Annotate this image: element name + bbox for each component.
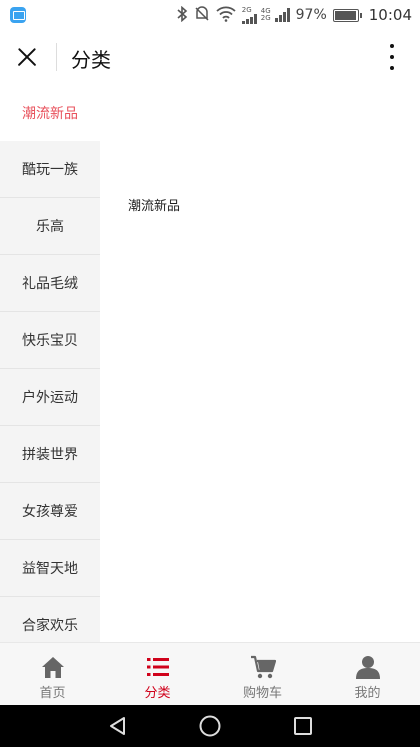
sidebar-item[interactable]: 女孩尊爱 xyxy=(0,483,100,540)
sidebar-item[interactable]: 乐高 xyxy=(0,198,100,255)
tab-label: 我的 xyxy=(354,686,381,701)
sidebar-item[interactable]: 潮流新品 xyxy=(0,84,100,141)
sidebar-item[interactable]: 拼装世界 xyxy=(0,426,100,483)
network-type-4g: 4G 2G xyxy=(261,8,271,22)
tab-home[interactable]: 首页 xyxy=(0,643,105,705)
gallery-notification-icon xyxy=(10,7,26,23)
sidebar-item[interactable]: 快乐宝贝 xyxy=(0,312,100,369)
system-navigation-bar xyxy=(0,705,420,747)
tab-cart[interactable]: 购物车 xyxy=(210,643,315,705)
category-content: 潮流新品 xyxy=(100,84,420,642)
mute-icon xyxy=(194,5,210,25)
header-divider xyxy=(56,43,57,71)
back-icon[interactable] xyxy=(88,705,148,747)
tab-label: 分类 xyxy=(144,686,171,701)
signal-bars-icon xyxy=(274,8,290,22)
battery-percent: 97% xyxy=(295,7,327,23)
category-list-icon xyxy=(146,658,169,676)
network-label: 2G xyxy=(241,5,252,14)
user-icon xyxy=(355,656,380,679)
sidebar-item[interactable]: 礼品毛绒 xyxy=(0,255,100,312)
home-icon xyxy=(41,657,64,678)
tab-profile[interactable]: 我的 xyxy=(315,643,420,705)
app-header: 分类 xyxy=(0,30,420,84)
network-type-2g: 2G xyxy=(241,5,257,24)
category-heading: 潮流新品 xyxy=(128,199,181,214)
status-bar: 2G 4G 2G 97% 10:04 xyxy=(0,0,420,30)
more-options-icon[interactable] xyxy=(380,42,404,72)
bottom-tab-bar: 首页 分类 购物车 我的 xyxy=(0,642,420,705)
sidebar-item[interactable]: 酷玩一族 xyxy=(0,141,100,198)
home-button-icon[interactable] xyxy=(180,705,240,747)
sidebar-item[interactable]: 户外运动 xyxy=(0,369,100,426)
cart-icon xyxy=(250,655,276,679)
close-icon[interactable] xyxy=(12,42,44,72)
sidebar-item[interactable]: 合家欢乐 xyxy=(0,597,100,642)
tab-label: 首页 xyxy=(39,686,66,701)
network-label: 2G xyxy=(260,14,271,22)
tab-category[interactable]: 分类 xyxy=(105,643,210,705)
recent-apps-icon[interactable] xyxy=(273,705,333,747)
battery-fill xyxy=(334,10,357,20)
category-sidebar: 潮流新品 酷玩一族 乐高 礼品毛绒 快乐宝贝 户外运动 拼装世界 女孩尊爱 益智天地 合家欢乐 xyxy=(0,84,100,642)
sidebar-item[interactable]: 益智天地 xyxy=(0,540,100,597)
status-icons: 2G 4G 2G 97% 10:04 xyxy=(176,0,412,30)
battery-icon xyxy=(332,8,362,22)
clock: 10:04 xyxy=(368,6,412,24)
signal-bars-icon xyxy=(241,13,257,24)
page-title: 分类 xyxy=(71,48,111,72)
tab-label: 购物车 xyxy=(242,686,282,701)
bluetooth-icon xyxy=(176,5,188,25)
wifi-icon xyxy=(216,6,236,25)
